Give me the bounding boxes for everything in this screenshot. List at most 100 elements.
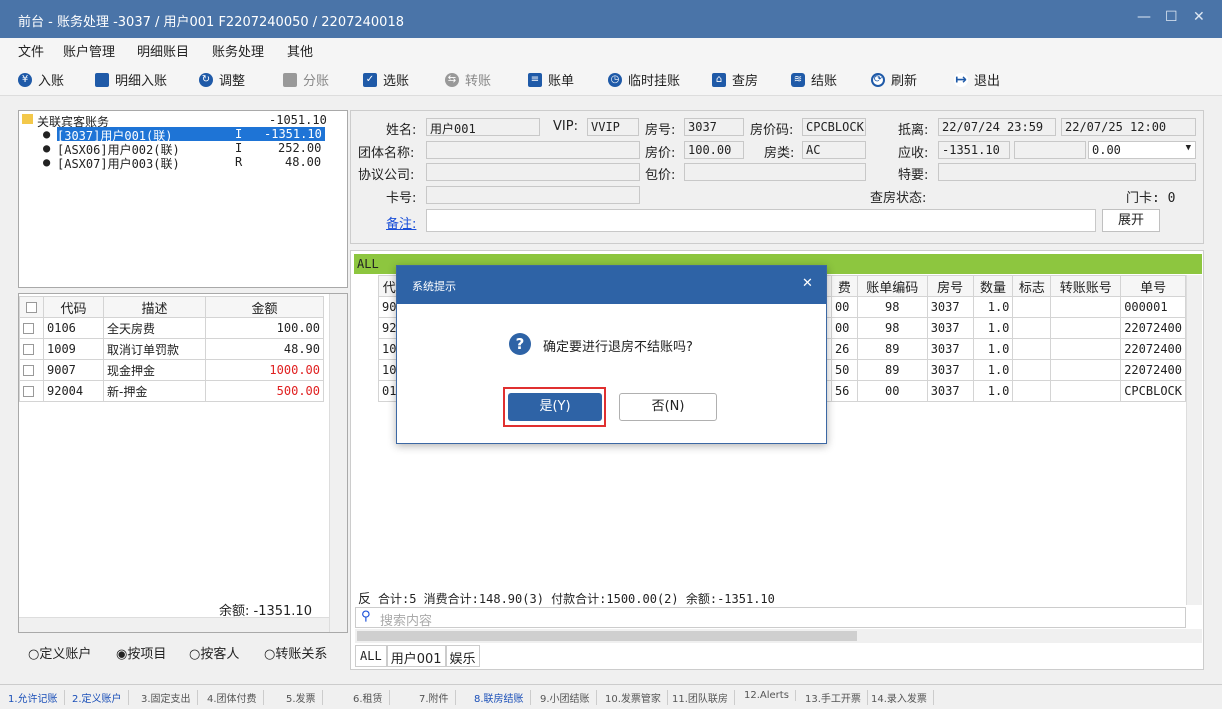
col-desc[interactable]: 描述: [103, 296, 206, 318]
col-bill-code[interactable]: 账单编码: [856, 275, 928, 297]
package-field[interactable]: [684, 163, 866, 181]
adjust-button[interactable]: ↻ 调整: [199, 70, 245, 89]
tree-bullet-icon: ●: [43, 141, 51, 155]
remark-input[interactable]: [426, 209, 1096, 232]
tab-rental[interactable]: 6.租赁: [353, 690, 390, 705]
split-icon: [283, 72, 297, 87]
col-fee[interactable]: 费: [830, 275, 858, 297]
arrival-field[interactable]: 22/07/24 23:59: [938, 118, 1056, 136]
vertical-scrollbar[interactable]: [1186, 275, 1202, 605]
remark-link[interactable]: 备注:: [386, 213, 416, 232]
table-row[interactable]: 0106 全天房费 100.00: [19, 317, 324, 339]
tab-allow-charge[interactable]: 1.允许记账: [8, 690, 65, 705]
table-row[interactable]: 1009 取消订单罚款 48.90: [19, 338, 324, 360]
scrollbar-thumb[interactable]: [357, 631, 857, 641]
row-checkbox[interactable]: [23, 386, 34, 397]
transfer-button[interactable]: ⇆ 转账: [445, 70, 491, 89]
chevron-down-icon: ▼: [1185, 143, 1191, 153]
horizontal-scrollbar[interactable]: [19, 617, 329, 632]
close-icon[interactable]: ✕: [1193, 9, 1205, 25]
menu-accounting[interactable]: 账务处理: [212, 41, 264, 60]
filter-label[interactable]: ALL: [357, 257, 379, 271]
receivable-select[interactable]: 0.00 ▼: [1088, 141, 1196, 159]
title-bar: 前台 - 账务处理 -3037 / 用户001 F2207240050 / 22…: [0, 0, 1222, 38]
tab-entertainment[interactable]: 娱乐: [445, 645, 480, 667]
rate-code-field[interactable]: CPCBLOCK: [802, 118, 866, 136]
tab-all[interactable]: ALL: [355, 645, 387, 667]
tab-linked-checkout[interactable]: 8.联房结账: [474, 690, 531, 705]
tab-invoice-manager[interactable]: 10.发票管家: [605, 690, 668, 705]
tree-root[interactable]: 关联宾客账务: [37, 113, 109, 129]
tab-enter-invoice[interactable]: 14.录入发票: [871, 690, 934, 705]
tab-user001[interactable]: 用户001: [386, 645, 446, 667]
group-name-field[interactable]: [426, 141, 640, 159]
agreement-company-field[interactable]: [426, 163, 640, 181]
horizontal-scrollbar[interactable]: [355, 629, 1202, 643]
table-row[interactable]: 9007 现金押金 1000.00: [19, 359, 324, 381]
minimize-icon[interactable]: —: [1137, 9, 1151, 25]
tab-attachment[interactable]: 7.附件: [419, 690, 456, 705]
departure-field[interactable]: 22/07/25 12:00: [1061, 118, 1196, 136]
post-button[interactable]: ¥ 入账: [18, 70, 64, 89]
tree-bullet-icon: ●: [43, 127, 51, 141]
tab-invoice[interactable]: 5.发票: [286, 690, 323, 705]
row-checkbox[interactable]: [23, 365, 34, 376]
tab-fixed-expense[interactable]: 3.固定支出: [141, 690, 198, 705]
monitor-icon: [95, 72, 109, 87]
check-room-button[interactable]: ⌂ 查房: [712, 70, 758, 89]
detail-post-button[interactable]: 明细入账: [95, 70, 167, 89]
room-field[interactable]: 3037: [684, 118, 744, 136]
house-icon: ⌂: [712, 72, 726, 87]
tab-group-payment[interactable]: 4.团体付费: [207, 690, 264, 705]
row-checkbox[interactable]: [23, 344, 34, 355]
price-field[interactable]: 100.00: [684, 141, 744, 159]
close-icon[interactable]: ✕: [802, 276, 813, 291]
expand-button[interactable]: 展开: [1102, 209, 1160, 232]
radio-transfer-relation[interactable]: ○转账关系: [264, 643, 327, 662]
checkout-button[interactable]: ≋ 结账: [791, 70, 837, 89]
tab-manual-invoice[interactable]: 13.手工开票: [805, 690, 868, 705]
menu-detail-items[interactable]: 明细账目: [137, 41, 189, 60]
menu-account-management[interactable]: 账户管理: [63, 41, 115, 60]
tab-alerts[interactable]: 12.Alerts: [744, 690, 796, 701]
select-account-button[interactable]: ✓ 选账: [363, 70, 409, 89]
tab-define-account[interactable]: 2.定义账户: [72, 690, 129, 705]
tree-item[interactable]: [ASX07]用户003(联): [57, 155, 180, 171]
table-row[interactable]: 92004 新-押金 500.00: [19, 380, 324, 402]
split-button[interactable]: 分账: [283, 70, 329, 89]
col-transfer-account[interactable]: 转账账号: [1050, 275, 1122, 297]
receivable-extra-field[interactable]: [1014, 141, 1086, 159]
radio-by-item[interactable]: ◉按项目: [116, 643, 166, 662]
menu-file[interactable]: 文件: [18, 41, 44, 60]
folder-icon: [22, 114, 33, 124]
bill-button[interactable]: ≡ 账单: [528, 70, 574, 89]
tree-item[interactable]: [ASX06]用户002(联): [57, 141, 180, 157]
special-request-field[interactable]: [938, 163, 1196, 181]
room-type-field[interactable]: AC: [802, 141, 866, 159]
card-number-field[interactable]: [426, 186, 640, 204]
maximize-icon[interactable]: ☐: [1165, 9, 1178, 25]
col-bill-no[interactable]: 单号: [1120, 275, 1186, 297]
yes-button[interactable]: 是(Y): [508, 393, 602, 421]
menu-other[interactable]: 其他: [287, 41, 313, 60]
receivable-field[interactable]: -1351.10: [938, 141, 1010, 159]
tab-team-rooms[interactable]: 11.团队联房: [672, 690, 735, 705]
search-input[interactable]: ⚲ 搜索内容: [355, 607, 1186, 629]
no-button[interactable]: 否(N): [619, 393, 717, 421]
row-checkbox[interactable]: [23, 323, 34, 334]
name-field[interactable]: 用户001: [426, 118, 540, 136]
radio-define-account[interactable]: ○定义账户: [28, 643, 91, 662]
col-qty[interactable]: 数量: [972, 275, 1014, 297]
temp-hang-button[interactable]: ◷ 临时挂账: [608, 70, 680, 89]
col-code[interactable]: 代码: [43, 296, 104, 318]
col-flag[interactable]: 标志: [1012, 275, 1052, 297]
exit-button[interactable]: ↦ 退出: [954, 70, 1000, 89]
vertical-scrollbar[interactable]: [329, 294, 347, 632]
select-all-checkbox[interactable]: [26, 301, 37, 313]
col-amount[interactable]: 金额: [205, 296, 324, 318]
radio-by-guest[interactable]: ○按客人: [189, 643, 239, 662]
tab-small-group-checkout[interactable]: 9.小团结账: [540, 690, 597, 705]
col-room[interactable]: 房号: [926, 275, 974, 297]
refresh-button[interactable]: ⟳ 刷新: [871, 70, 917, 89]
vip-field[interactable]: VVIP: [587, 118, 639, 136]
